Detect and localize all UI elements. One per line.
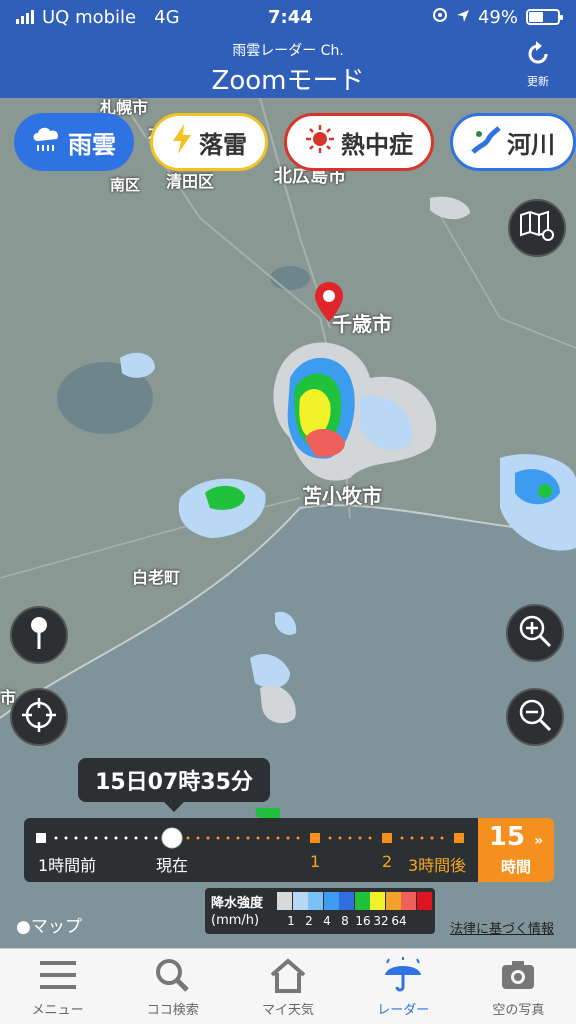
timeline-label-past: 1時間前 — [38, 856, 97, 875]
timeline-label-now: 現在 — [156, 856, 189, 875]
legend-swatch — [385, 892, 401, 910]
tab-sky-photo[interactable]: 空の写真 — [461, 949, 576, 1024]
legend-level-label: 16 — [355, 914, 371, 928]
pin-icon — [27, 615, 51, 655]
fast-forward-icon: » — [534, 833, 544, 849]
header-subtitle: 雨雲レーダー Ch. — [232, 43, 344, 59]
lightning-icon — [171, 124, 193, 160]
apple-logo-icon: ● — [16, 917, 31, 937]
app-header: 雨雲レーダー Ch. Zoomモード 更新 — [0, 34, 576, 98]
zoom-in-button[interactable] — [506, 604, 564, 662]
legend-level-label: 64 — [391, 914, 407, 928]
tab-bar: メニュー ココ検索 マイ天気 レーダー 空の写真 — [0, 948, 576, 1024]
apple-maps-attribution: ●マップ — [16, 917, 82, 937]
battery-icon — [526, 9, 563, 25]
navigation-arrow-icon — [456, 7, 470, 28]
menu-icon — [38, 961, 78, 997]
network-label: 4G — [154, 6, 180, 28]
legend-title: 降水強度 — [211, 896, 264, 911]
zoom-out-button[interactable] — [506, 688, 564, 746]
status-bar: UQ mobile 4G 7:44 49% — [0, 0, 576, 34]
layer-label-river: 河川 — [507, 130, 555, 159]
zoom-out-icon — [518, 698, 552, 736]
forecast-hours-unit: 時間 — [500, 858, 531, 876]
camera-icon — [498, 961, 538, 997]
map-label-kiyota: 清田区 — [166, 172, 215, 191]
timeline-label-plus1: 1 — [310, 852, 321, 871]
legend-level-label: 4 — [323, 914, 331, 928]
timeline-track — [36, 827, 464, 849]
tab-search[interactable]: ココ検索 — [115, 949, 230, 1024]
timeline-label-plus2: 2 — [382, 852, 393, 871]
layer-button-river[interactable]: 河川 — [450, 113, 576, 171]
location-pin-icon[interactable] — [315, 282, 343, 326]
location-lock-icon — [432, 7, 448, 28]
refresh-icon — [524, 41, 552, 72]
legend-swatch — [323, 892, 339, 910]
legend-swatch — [292, 892, 308, 910]
map-label-minami: 南区 — [110, 176, 141, 194]
river-icon — [471, 124, 501, 160]
tab-radar[interactable]: レーダー — [346, 949, 461, 1024]
current-location-button[interactable] — [10, 688, 68, 746]
legend-swatch — [354, 892, 370, 910]
map-label-tomakomai: 苫小牧市 — [302, 484, 382, 508]
refresh-button[interactable]: 更新 — [516, 40, 560, 89]
timeline-label-plus3: 3時間後 — [408, 856, 467, 875]
signal-icon — [16, 10, 34, 24]
legend-level-label: 1 — [287, 914, 295, 928]
status-time: 7:44 — [268, 6, 313, 28]
pin-button[interactable] — [10, 606, 68, 664]
layer-label-heatstroke: 熱中症 — [341, 130, 413, 159]
layer-label-lightning: 落雷 — [199, 130, 247, 159]
tab-label-menu: メニュー — [31, 1003, 84, 1018]
tab-label-my-weather: マイ天気 — [262, 1003, 315, 1018]
tab-label-sky-photo: 空の写真 — [492, 1003, 545, 1018]
page-title: Zoomモード — [211, 66, 365, 96]
status-left: UQ mobile 4G — [16, 7, 180, 28]
legend-swatch — [370, 892, 385, 910]
tab-label-radar: レーダー — [377, 1003, 430, 1018]
legend-level-label: 32 — [373, 914, 389, 928]
legal-info-link[interactable]: 法律に基づく情報 — [450, 918, 554, 937]
status-right: 49% — [432, 6, 563, 28]
layer-label-rain: 雨雲 — [68, 130, 116, 159]
forecast-hours-button[interactable]: 15 » 時間 — [478, 818, 554, 882]
home-icon — [268, 958, 308, 997]
zoom-in-icon — [518, 614, 552, 652]
legend-swatch — [401, 892, 416, 910]
precipitation-legend: 降水強度 (mm/h) 1 2 4 8 16 32 64 — [205, 888, 435, 934]
layer-selector: 雨雲 落雷 熱中症 河川 — [14, 113, 576, 171]
legend-swatch — [416, 892, 432, 910]
legend-level-label: 8 — [341, 914, 349, 928]
layer-button-lightning[interactable]: 落雷 — [150, 113, 268, 171]
current-time-tooltip: 15日07時35分 — [78, 758, 270, 812]
carrier-label: UQ mobile — [42, 6, 137, 28]
legend-swatch — [308, 892, 323, 910]
rain-cloud-icon — [32, 125, 62, 159]
legend-level-label: 2 — [305, 914, 313, 928]
battery-percent: 49% — [477, 6, 518, 28]
map-settings-button[interactable] — [508, 199, 566, 257]
forecast-hours-number: 15 » — [488, 822, 544, 852]
search-icon — [153, 959, 193, 997]
legend-swatch — [277, 892, 292, 910]
map-settings-icon — [519, 210, 555, 246]
legend-swatch — [339, 892, 354, 910]
refresh-label: 更新 — [527, 75, 549, 88]
umbrella-icon — [383, 957, 423, 997]
tab-menu[interactable]: メニュー — [0, 949, 115, 1024]
layer-button-heatstroke[interactable]: 熱中症 — [284, 113, 434, 171]
layer-button-rain[interactable]: 雨雲 — [14, 113, 134, 171]
map-label-shiraoi: 白老町 — [132, 568, 181, 587]
legend-unit: (mm/h) — [211, 913, 260, 928]
sun-icon — [305, 124, 335, 160]
crosshair-icon — [22, 698, 56, 736]
timeline-slider[interactable]: 1時間前 現在 1 2 3時間後 — [24, 818, 478, 882]
tab-my-weather[interactable]: マイ天気 — [230, 949, 345, 1024]
tab-label-search: ココ検索 — [146, 1003, 199, 1018]
